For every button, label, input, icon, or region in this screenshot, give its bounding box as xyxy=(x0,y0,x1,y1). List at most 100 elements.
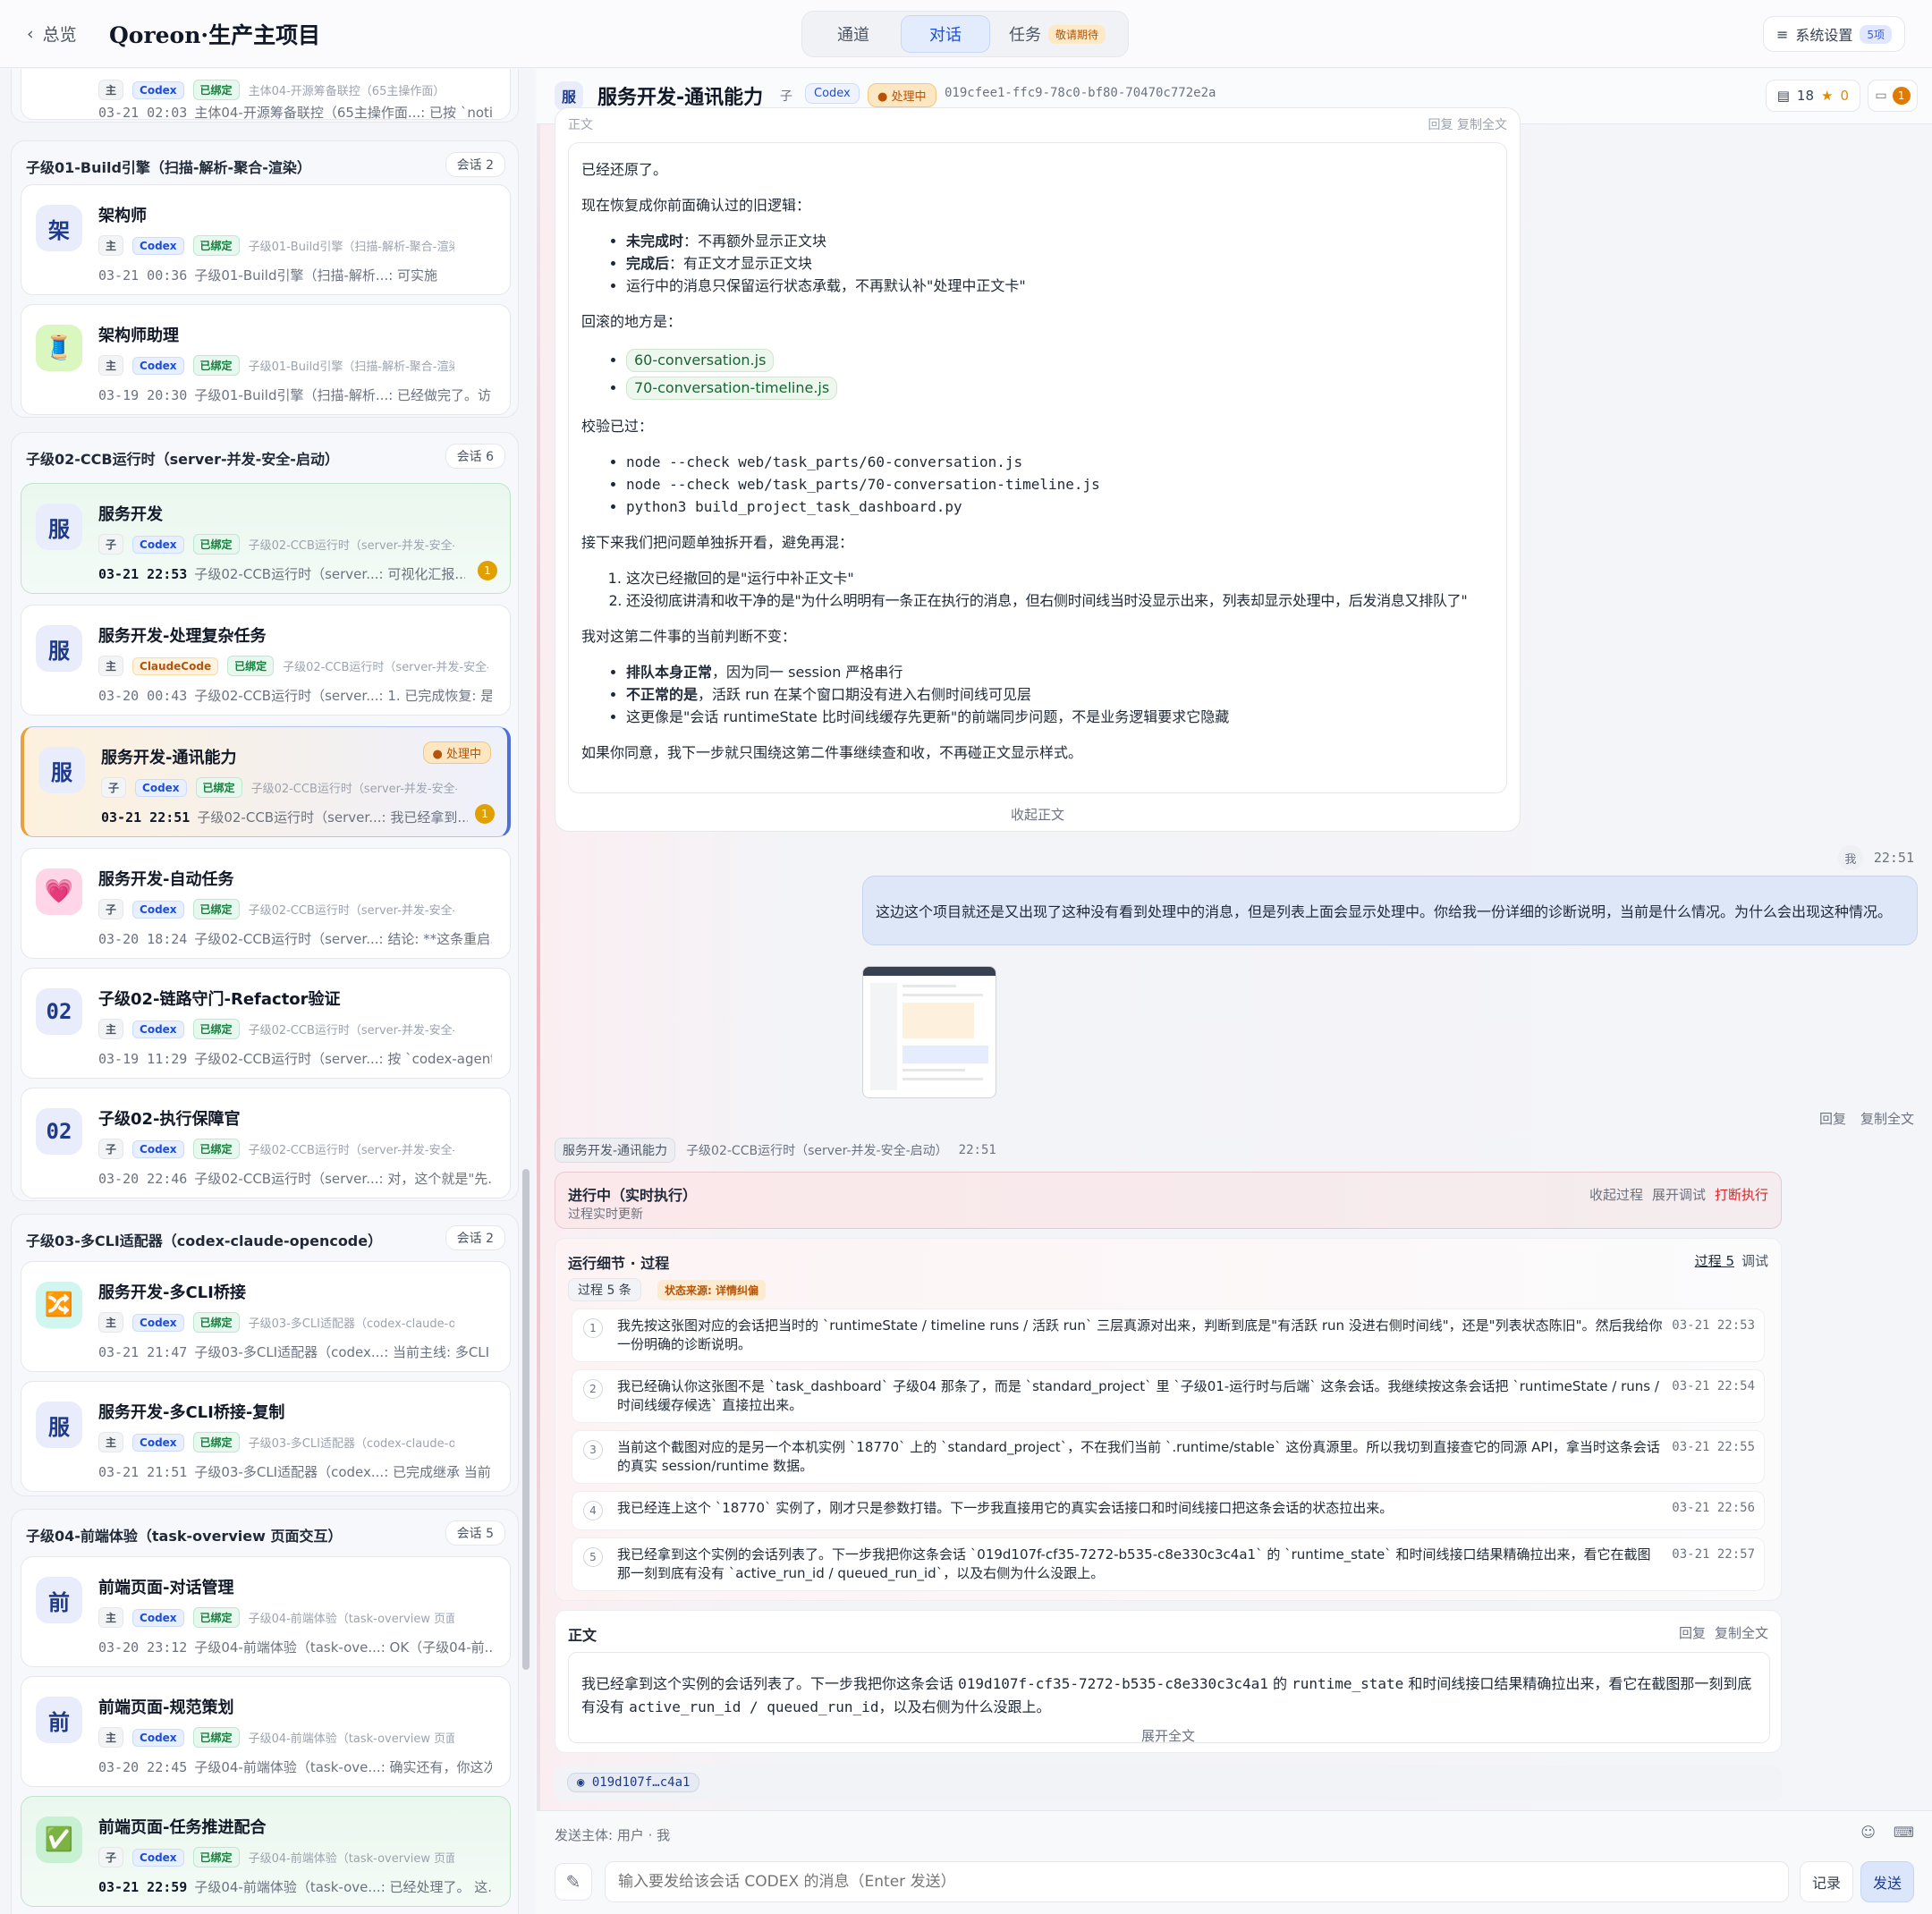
message-input[interactable] xyxy=(605,1861,1789,1902)
message-icon: ▭ xyxy=(1875,89,1887,103)
message-label: 正文 xyxy=(568,118,593,132)
collapse-body-button[interactable]: 收起正文 xyxy=(555,805,1520,824)
session-card[interactable]: 🔀 服务开发-多CLI桥接 主 Codex 已绑定 子级03-多CLI适配器（code… xyxy=(21,1261,511,1372)
session-card[interactable]: 服 服务开发-处理复杂任务 主 ClaudeCode 已绑定 子级02-CCB运行时（… xyxy=(21,605,511,716)
file-chip[interactable]: 60-conversation.js xyxy=(626,349,775,372)
step-number: 2 xyxy=(583,1379,603,1399)
bold-text: 排队本身正常 xyxy=(626,664,713,681)
session-time: 03-20 22:46 xyxy=(98,1171,188,1187)
session-card[interactable]: 02 子级02-链路守门-Refactor验证 主 Codex 已绑定 子级02-CC… xyxy=(21,968,511,1079)
bullet-list: 未完成时：不再额外显示正文块 完成后：有正文才显示正文块 运行中的消息只保留运行… xyxy=(581,231,1494,297)
session-chip[interactable]: ◉ 019d107f…c4a1 xyxy=(567,1773,700,1792)
bound-chip: 已绑定 xyxy=(192,1727,240,1748)
record-button[interactable]: 记录 xyxy=(1800,1861,1853,1902)
paragraph: 现在恢复成你前面确认过的旧逻辑： xyxy=(581,197,811,214)
session-summary-text: 子级02-CCB运行时（server...: 1. 已完成恢复: 是 ... xyxy=(194,688,492,704)
session-card[interactable]: 前 前端页面-规范策划 主 Codex 已绑定 子级04-前端体验（task-over… xyxy=(21,1676,511,1787)
group-count: 会话 6 xyxy=(445,444,505,469)
session-summary-text: 子级01-Build引擎（扫描-解析...: 可实施 xyxy=(194,267,438,284)
message-actions[interactable]: 回复 复制全文 xyxy=(1428,115,1507,133)
stats-button[interactable]: ▤ 18 ★ 0 xyxy=(1765,80,1860,112)
role-chip: 主 xyxy=(98,355,124,376)
stat-count: 18 xyxy=(1796,88,1814,104)
role-chip: 主 xyxy=(98,1607,124,1628)
run-path: 子级02-CCB运行时（server-并发-安全-启动） xyxy=(686,1144,948,1158)
file-list: 60-conversation.js 70-conversation-timel… xyxy=(581,347,1494,402)
collapse-process-button[interactable]: 收起过程 xyxy=(1589,1185,1643,1204)
bound-chip: 已绑定 xyxy=(192,1312,240,1333)
back-button[interactable]: ‹ 总览 xyxy=(27,21,77,46)
bold-text: 未完成时 xyxy=(626,233,684,250)
step-number: 3 xyxy=(583,1440,603,1460)
paperclip-icon: ✎ xyxy=(565,1871,581,1893)
avatar: 服 xyxy=(38,747,85,793)
group-count: 会话 2 xyxy=(445,1225,505,1250)
run-session-name: 服务开发-通讯能力 xyxy=(555,1138,676,1163)
session-group: 子级01-Build引擎（扫描-解析-聚合-渲染） 会话 2 架 架构师 主 Co… xyxy=(11,140,519,418)
reply-button[interactable]: 回复 xyxy=(1679,1623,1706,1642)
notice-button[interactable]: ▭ 1 xyxy=(1868,80,1918,112)
file-chip[interactable]: 70-conversation-timeline.js xyxy=(626,377,838,400)
tab-label: 通道 xyxy=(837,26,869,45)
thumb-header xyxy=(863,967,996,976)
reply-button[interactable]: 回复 xyxy=(1819,1109,1846,1128)
tab-tasks[interactable]: 任务 敬请期待 xyxy=(990,15,1124,53)
sidebar-scrollbar[interactable] xyxy=(522,1169,530,1670)
people-icon[interactable]: ☺ xyxy=(1860,1824,1876,1841)
send-button[interactable]: 发送 xyxy=(1860,1861,1914,1902)
run-meta: 服务开发-通讯能力 子级02-CCB运行时（server-并发-安全-启动） 2… xyxy=(555,1138,996,1163)
bound-chip: 已绑定 xyxy=(192,1607,240,1628)
copy-all-button[interactable]: 复制全文 xyxy=(1860,1109,1914,1128)
thumb-line xyxy=(902,985,956,987)
session-card[interactable]: 02 子级02-执行保障官 子 Codex 已绑定 子级02-CCB运行时（serve… xyxy=(21,1088,511,1198)
expand-body-button[interactable]: 展开全文 xyxy=(555,1726,1781,1745)
session-card[interactable]: 主 Codex 已绑定 主体04-开源筹备联控（65主操作面） 03-21 02… xyxy=(21,69,511,121)
session-time: 03-21 22:59 xyxy=(98,1879,188,1895)
assistant-message: 正文 回复 复制全文 已经还原了。 现在恢复成你前面确认过的旧逻辑： 未完成时：… xyxy=(555,107,1521,832)
session-card[interactable]: 前 前端页面-对话管理 主 Codex 已绑定 子级04-前端体验（task-over… xyxy=(21,1556,511,1667)
screenshot-attachment[interactable] xyxy=(862,966,996,1098)
session-title: 前端页面-对话管理 xyxy=(98,1579,234,1597)
agent-chip: Codex xyxy=(805,83,860,104)
agent-chip: Codex xyxy=(132,535,184,554)
bound-chip: 已绑定 xyxy=(192,899,240,919)
avatar: 架 xyxy=(36,205,82,251)
session-summary: 03-20 18:24 子级02-CCB运行时（server...: 结论: **… xyxy=(98,929,492,948)
keyboard-icon[interactable]: ⌨ xyxy=(1894,1824,1914,1841)
session-card[interactable]: 服 服务开发-多CLI桥接-复制 主 Codex 已绑定 子级03-多CLI适配器（c… xyxy=(21,1381,511,1492)
step-number: 5 xyxy=(583,1547,603,1567)
attach-button[interactable]: ✎ xyxy=(555,1863,592,1901)
session-title: 架构师 xyxy=(98,207,147,225)
session-path: 子级01-Build引擎（扫描-解析-聚合-渲染） xyxy=(248,241,454,254)
interrupt-button[interactable]: 打断执行 xyxy=(1715,1185,1768,1204)
tab-bar: 通道 对话 任务 敬请期待 xyxy=(801,11,1129,57)
session-card-active[interactable]: 服 服务开发-通讯能力 ● 处理中 子 Codex 已绑定 子级02-CCB运行时（s… xyxy=(21,726,511,837)
tab-channel[interactable]: 通道 xyxy=(806,15,901,53)
session-card[interactable]: 🧵 架构师助理 主 Codex 已绑定 子级01-Build引擎（扫描-解析-聚合-渲… xyxy=(21,304,511,415)
command-item: python3 build_project_task_dashboard.py xyxy=(626,496,1494,518)
expand-debug-button[interactable]: 展开调试 xyxy=(1652,1185,1706,1204)
agent-chip: Codex xyxy=(132,1313,184,1332)
session-card[interactable]: 架 架构师 主 Codex 已绑定 子级01-Build引擎（扫描-解析-聚合-渲染）… xyxy=(21,184,511,295)
bound-chip: 已绑定 xyxy=(192,1847,240,1867)
session-card[interactable]: 💗 服务开发-自动任务 子 Codex 已绑定 子级02-CCB运行时（server-… xyxy=(21,848,511,959)
tab-debug[interactable]: 调试 xyxy=(1741,1251,1768,1270)
session-group: 子级02-CCB运行时（server-并发-安全-启动） 会话 6 服 服务开发… xyxy=(11,432,519,1201)
copy-all-button[interactable]: 复制全文 xyxy=(1715,1623,1768,1642)
role-chip: 主 xyxy=(98,80,124,100)
process-step: 2 我已经确认你这张图不是 `task_dashboard` 子级04 那条了，… xyxy=(572,1369,1765,1423)
agent-chip: Codex xyxy=(132,900,184,919)
tab-process[interactable]: 过程 5 xyxy=(1695,1251,1734,1270)
role-chip: 主 xyxy=(98,1727,124,1748)
avatar: 02 xyxy=(36,1108,82,1155)
session-card[interactable]: 服 服务开发 子 Codex 已绑定 子级02-CCB运行时（server-并发-安全… xyxy=(21,483,511,594)
status-text: 处理中 xyxy=(891,90,927,104)
session-card[interactable]: ✅ 前端页面-任务推进配合 子 Codex 已绑定 子级04-前端体验（task-ov… xyxy=(21,1796,511,1907)
tab-conversation[interactable]: 对话 xyxy=(901,15,990,53)
heart-icon: 💗 xyxy=(36,868,82,915)
group-title: 子级02-CCB运行时（server-并发-安全-启动） xyxy=(26,451,339,468)
session-path: 子级02-CCB运行时（server-并发-安全-启动） xyxy=(250,783,457,796)
star-icon: ★ xyxy=(1821,88,1834,104)
code-segment: runtime_state xyxy=(1292,1675,1404,1692)
settings-button[interactable]: ≡ 系统设置 5项 xyxy=(1762,16,1905,52)
